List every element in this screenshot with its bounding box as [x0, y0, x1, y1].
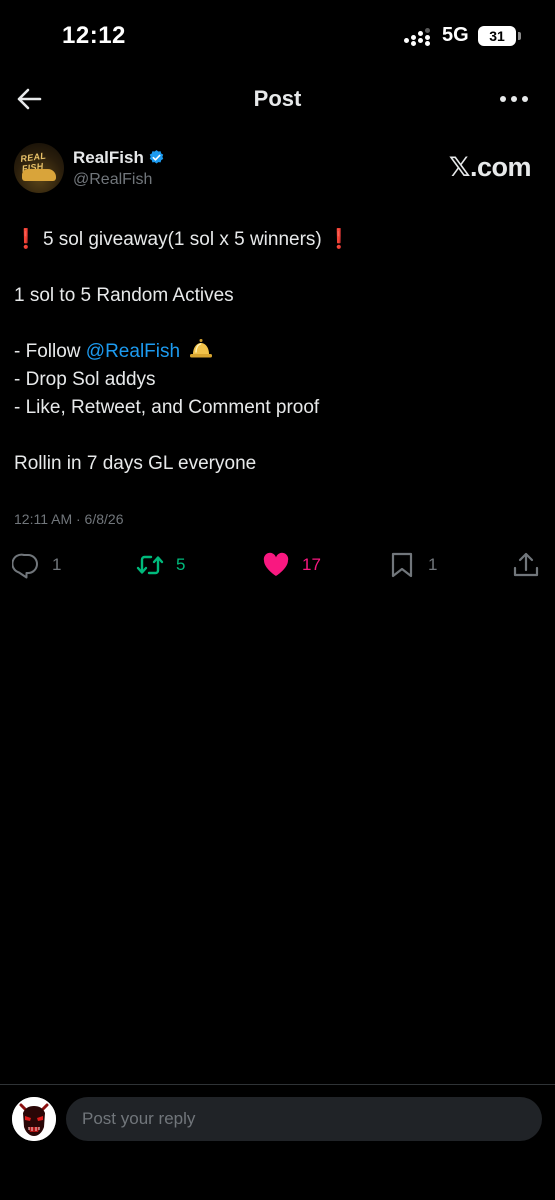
- post-text-line-3: - Follow: [14, 341, 86, 362]
- bookmark-button[interactable]: 1: [388, 548, 437, 582]
- share-icon: [513, 552, 539, 577]
- author-avatar[interactable]: REAL FISH: [14, 143, 64, 193]
- retweet-count: 5: [176, 555, 186, 574]
- reply-bar: [0, 1084, 555, 1200]
- battery-indicator: 31: [478, 26, 521, 46]
- author-row: REAL FISH RealFish @RealFish 𝕏.com: [0, 140, 555, 200]
- mask-icon: [12, 1097, 56, 1141]
- action-bar: 1 5 17 1: [0, 548, 555, 582]
- author-handle[interactable]: @RealFish: [73, 171, 152, 189]
- post-line-1: ❗ 5 sol giveaway(1 sol x 5 winners) ❗: [14, 226, 539, 254]
- network-label: 5G: [442, 24, 469, 46]
- post-text-line-1: 5 sol giveaway(1 sol x 5 winners): [42, 229, 322, 250]
- page-title: Post: [253, 86, 302, 111]
- bookmark-icon: [391, 552, 413, 578]
- status-time: 12:12: [62, 22, 126, 49]
- post-text-line-2: 1 sol to 5 Random Actives: [14, 285, 234, 306]
- post-text-line-6: Rollin in 7 days GL everyone: [14, 453, 257, 474]
- post-timestamp[interactable]: 12:11 AM · 6/8/26: [14, 511, 123, 527]
- signal-icon: [404, 28, 430, 46]
- post-text-line-5: - Like, Retweet, and Comment proof: [14, 397, 320, 418]
- retweet-button[interactable]: 5: [136, 548, 185, 582]
- retweet-icon: [136, 555, 164, 575]
- car-icon: [22, 169, 56, 181]
- exclamation-icon: ❗: [327, 229, 351, 250]
- like-count: 17: [302, 555, 321, 574]
- share-button[interactable]: [512, 548, 540, 582]
- exclamation-icon: ❗: [14, 229, 38, 250]
- more-dots-icon[interactable]: [498, 84, 530, 114]
- status-bar: 12:12 5G 31: [0, 0, 555, 72]
- source-label: 𝕏.com: [448, 152, 532, 182]
- post-body: ❗ 5 sol giveaway(1 sol x 5 winners) ❗ 1 …: [14, 226, 539, 478]
- reply-button[interactable]: 1: [12, 548, 61, 582]
- reply-count: 1: [52, 555, 62, 574]
- post-header: Post: [0, 72, 555, 126]
- post-text-line-4: - Drop Sol addys: [14, 369, 156, 390]
- verified-badge-icon: [149, 150, 164, 164]
- author-name[interactable]: RealFish: [73, 148, 144, 168]
- like-button[interactable]: 17: [262, 548, 321, 582]
- mention-link[interactable]: @RealFish: [86, 341, 180, 362]
- reply-input[interactable]: [66, 1097, 542, 1141]
- user-avatar[interactable]: [12, 1097, 56, 1141]
- post-line-3: - Follow @RealFish: [14, 338, 539, 366]
- bookmark-count: 1: [428, 555, 438, 574]
- bell-icon: [190, 339, 213, 358]
- reply-icon: [12, 553, 38, 579]
- heart-icon: [263, 552, 289, 576]
